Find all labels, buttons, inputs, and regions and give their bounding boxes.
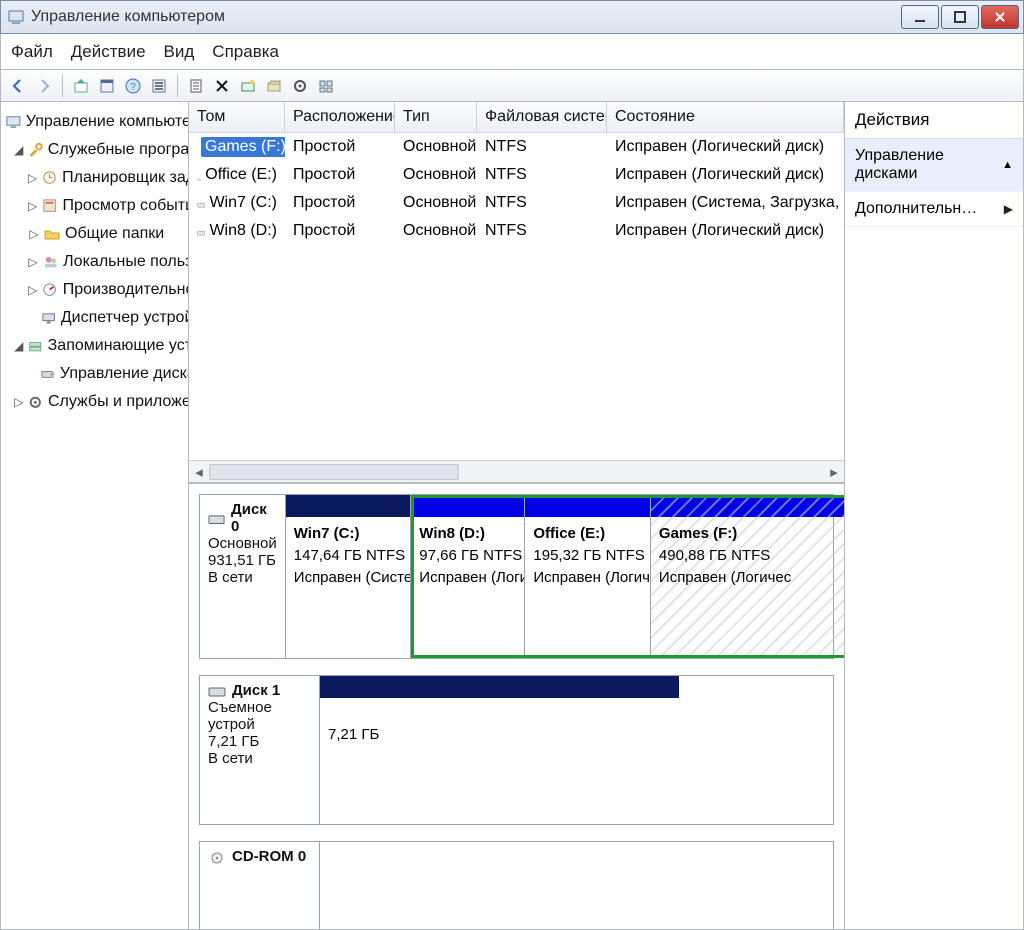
disk-icon	[39, 365, 56, 383]
tree-task-scheduler[interactable]: ▷ Планировщик зад	[5, 164, 188, 192]
disk-info: Диск 0 Основной 931,51 ГБ В сети	[200, 495, 286, 658]
help-icon[interactable]: ?	[122, 75, 144, 97]
services-icon	[27, 393, 44, 411]
up-icon[interactable]	[70, 75, 92, 97]
event-icon	[41, 197, 58, 215]
action-icon[interactable]	[185, 75, 207, 97]
cdrom-icon	[208, 851, 226, 863]
tree-system-tools[interactable]: ◢ Служебные програм	[5, 136, 188, 164]
delete-icon[interactable]	[211, 75, 233, 97]
drive-icon	[197, 224, 205, 238]
partition[interactable]: 7,21 ГБ	[320, 676, 679, 824]
svg-text:?: ?	[130, 82, 136, 93]
list-row[interactable]: Win8 (D:) Простой Основной NTFS Исправен…	[189, 217, 844, 245]
scroll-right-icon[interactable]: ▸	[824, 461, 844, 482]
actions-item-diskmgmt[interactable]: Управление дисками ▲	[845, 139, 1023, 192]
maximize-button[interactable]	[941, 5, 979, 29]
col-type[interactable]: Тип	[395, 102, 477, 132]
col-filesystem[interactable]: Файловая система	[477, 102, 607, 132]
drive-icon	[197, 196, 205, 210]
tree-disk-management[interactable]: Управление диска	[5, 360, 188, 388]
clock-icon	[41, 169, 58, 187]
rescan-icon[interactable]	[263, 75, 285, 97]
tree-services[interactable]: ▷ Службы и приложен	[5, 388, 188, 416]
menu-file[interactable]: Файл	[11, 42, 53, 62]
settings-icon[interactable]	[289, 75, 311, 97]
scroll-left-icon[interactable]: ◂	[189, 461, 209, 482]
menu-bar: Файл Действие Вид Справка	[0, 34, 1024, 70]
tree-device-manager[interactable]: Диспетчер устрой	[5, 304, 188, 332]
list-row[interactable]: Games (F:) Простой Основной NTFS Исправе…	[189, 133, 844, 161]
perf-icon	[41, 281, 58, 299]
tree-root[interactable]: Управление компьютер	[5, 108, 188, 136]
disk-info: CD-ROM 0	[200, 842, 320, 929]
hdd-icon	[208, 512, 225, 524]
tree-event-viewer[interactable]: ▷ Просмотр событи	[5, 192, 188, 220]
disk-row[interactable]: CD-ROM 0	[199, 841, 834, 929]
main-area: Управление компьютер ◢ Служебные програм…	[0, 102, 1024, 930]
tree-performance[interactable]: ▷ Производительнс	[5, 276, 188, 304]
tree-storage[interactable]: ◢ Запоминающие устр	[5, 332, 188, 360]
partition[interactable]: Win8 (D:) 97,66 ГБ NTFS Исправен (Логич	[411, 495, 525, 658]
view-icon[interactable]	[315, 75, 337, 97]
menu-help[interactable]: Справка	[212, 42, 279, 62]
close-button[interactable]	[981, 5, 1019, 29]
list-body: Games (F:) Простой Основной NTFS Исправе…	[189, 133, 844, 460]
chevron-right-icon: ▶	[1004, 202, 1013, 216]
disk-partitions: 7,21 ГБ	[320, 676, 833, 824]
actions-pane: Действия Управление дисками ▲ Дополнител…	[845, 102, 1023, 929]
col-layout[interactable]: Расположение	[285, 102, 395, 132]
tree-pane: Управление компьютер ◢ Служебные програм…	[1, 102, 189, 929]
horizontal-scrollbar[interactable]: ◂ ▸	[189, 460, 844, 482]
app-icon	[7, 8, 25, 26]
properties-icon[interactable]	[96, 75, 118, 97]
back-button[interactable]	[7, 75, 29, 97]
partition[interactable]: Office (E:) 195,32 ГБ NTFS Исправен (Лог…	[525, 495, 651, 658]
collapse-icon: ▲	[1002, 159, 1013, 171]
center-pane: Том Расположение Тип Файловая система Со…	[189, 102, 845, 929]
tree-shared-folders[interactable]: ▷ Общие папки	[5, 220, 188, 248]
tools-icon	[27, 141, 44, 159]
window-title: Управление компьютером	[31, 8, 899, 26]
forward-button[interactable]	[33, 75, 55, 97]
hdd-icon	[208, 685, 226, 697]
list-header: Том Расположение Тип Файловая система Со…	[189, 102, 844, 133]
menu-action[interactable]: Действие	[71, 42, 146, 62]
col-state[interactable]: Состояние	[607, 102, 844, 132]
title-bar: Управление компьютером	[0, 0, 1024, 34]
menu-view[interactable]: Вид	[164, 42, 195, 62]
computer-icon	[5, 113, 22, 131]
toolbar: ?	[0, 70, 1024, 102]
folder-icon	[43, 225, 61, 243]
disk-row[interactable]: Диск 0 Основной 931,51 ГБ В сети Win7 (C…	[199, 494, 834, 659]
volume-list: Том Расположение Тип Файловая система Со…	[189, 102, 844, 482]
scroll-thumb[interactable]	[209, 464, 459, 480]
col-volume[interactable]: Том	[189, 102, 285, 132]
device-icon	[40, 309, 57, 327]
list-row[interactable]: Office (E:) Простой Основной NTFS Исправ…	[189, 161, 844, 189]
drive-icon	[197, 168, 201, 182]
users-icon	[42, 253, 59, 271]
storage-icon	[27, 337, 43, 355]
actions-item-more[interactable]: Дополнительн… ▶	[845, 192, 1023, 227]
list-row[interactable]: Win7 (C:) Простой Основной NTFS Исправен…	[189, 189, 844, 217]
actions-header: Действия	[845, 102, 1023, 139]
disk-partitions: Win7 (C:) 147,64 ГБ NTFS Исправен (Систе…	[286, 495, 844, 658]
tree-local-users[interactable]: ▷ Локальные польз	[5, 248, 188, 276]
refresh-icon[interactable]	[148, 75, 170, 97]
disk-row[interactable]: Диск 1 Съемное устрой 7,21 ГБ В сети 7,2…	[199, 675, 834, 825]
minimize-button[interactable]	[901, 5, 939, 29]
partition-selected[interactable]: Games (F:) 490,88 ГБ NTFS Исправен (Логи…	[651, 495, 844, 658]
wizard-icon[interactable]	[237, 75, 259, 97]
partition[interactable]: Win7 (C:) 147,64 ГБ NTFS Исправен (Систе…	[286, 495, 412, 658]
disk-map: Диск 0 Основной 931,51 ГБ В сети Win7 (C…	[189, 482, 844, 929]
disk-info: Диск 1 Съемное устрой 7,21 ГБ В сети	[200, 676, 320, 824]
